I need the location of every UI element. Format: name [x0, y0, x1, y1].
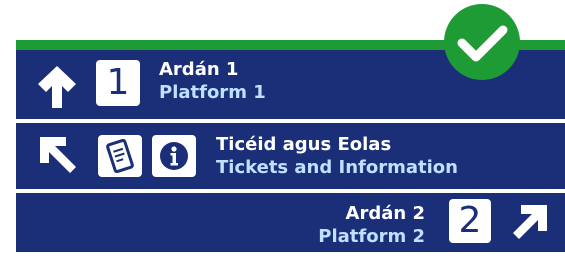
sign-text: Ardán 2 Platform 2	[318, 202, 425, 248]
sign-text: Ticéid agus Eolas Tickets and Informatio…	[216, 133, 458, 179]
check-circle-icon	[444, 4, 520, 80]
sign-text: Ardán 1 Platform 1	[159, 58, 266, 104]
english-label: Platform 2	[318, 226, 425, 247]
sign-row-tickets-information: Ticéid agus Eolas Tickets and Informatio…	[16, 123, 565, 189]
english-label: Tickets and Information	[216, 157, 458, 178]
irish-label: Ardán 2	[345, 203, 425, 224]
platform-number: 1	[106, 62, 130, 103]
platform-number-tile: 1	[96, 60, 140, 106]
english-label: Platform 1	[159, 82, 266, 103]
sign-row-platform-2: Ardán 2 Platform 2 2	[16, 193, 565, 252]
arrow-up-left-icon	[40, 137, 76, 173]
arrow-up-right-icon	[513, 205, 547, 239]
platform-number: 2	[458, 200, 482, 241]
information-icon	[160, 142, 188, 170]
platform-number-tile: 2	[449, 199, 491, 243]
ticket-tile	[98, 135, 142, 177]
arrow-up-icon	[38, 66, 76, 108]
irish-label: Ardán 1	[159, 59, 239, 80]
ticket-icon	[106, 139, 134, 173]
irish-label: Ticéid agus Eolas	[216, 134, 392, 155]
information-tile	[152, 135, 196, 177]
